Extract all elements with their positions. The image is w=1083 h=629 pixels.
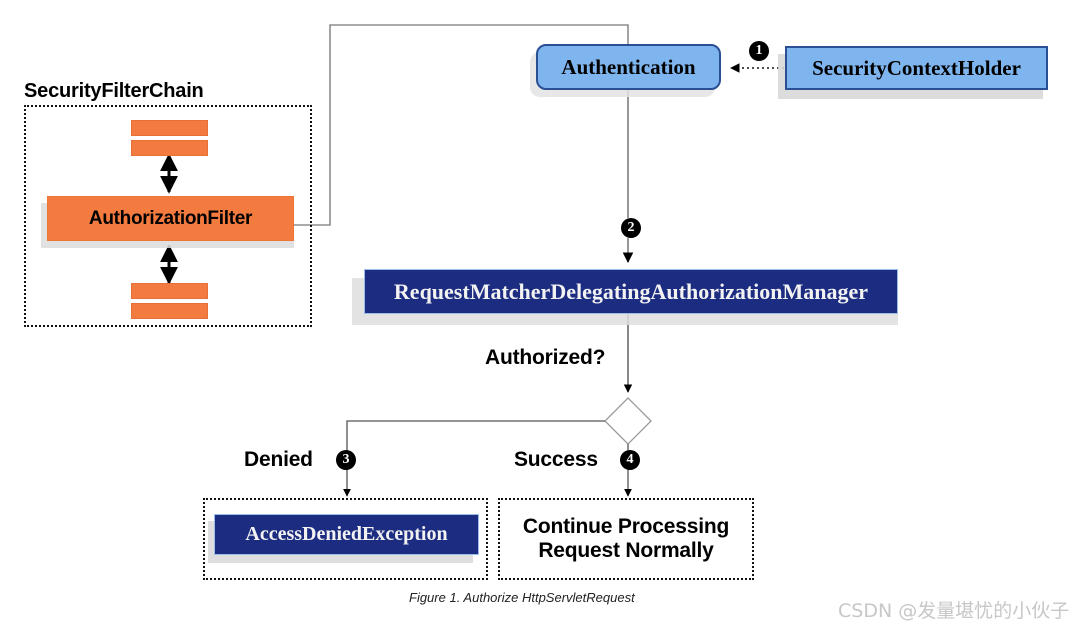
filter-bar-bottom-1	[131, 283, 208, 299]
access-denied-exception-label: AccessDeniedException	[245, 523, 448, 545]
security-filter-chain-title: SecurityFilterChain	[24, 80, 204, 102]
security-context-holder-label: SecurityContextHolder	[812, 55, 1021, 80]
continue-processing-line-2: Request Normally	[538, 539, 714, 562]
authentication-label: Authentication	[561, 54, 696, 79]
denied-branch-label: Denied	[244, 448, 313, 471]
authentication-node[interactable]: Authentication	[536, 44, 721, 90]
step-badge-4: 4	[620, 450, 640, 470]
filter-bar-top-2	[131, 140, 208, 156]
authorization-filter-node[interactable]: AuthorizationFilter	[47, 196, 294, 241]
success-result-container: Continue Processing Request Normally	[498, 498, 754, 580]
security-context-holder-node[interactable]: SecurityContextHolder	[785, 46, 1048, 90]
step-badge-2: 2	[621, 218, 641, 238]
access-denied-exception-node[interactable]: AccessDeniedException	[214, 514, 479, 555]
authorized-question-label: Authorized?	[485, 346, 606, 369]
filter-bar-top-1	[131, 120, 208, 136]
authorization-manager-label: RequestMatcherDelegatingAuthorizationMan…	[393, 278, 869, 304]
filter-bar-bottom-2	[131, 303, 208, 319]
step-badge-3: 3	[336, 450, 356, 470]
diagram-canvas: SecurityFilterChain AuthorizationFilter …	[0, 0, 1083, 629]
step-badge-1: 1	[749, 41, 769, 61]
authorization-filter-label: AuthorizationFilter	[88, 207, 253, 229]
authorization-manager-node[interactable]: RequestMatcherDelegatingAuthorizationMan…	[364, 269, 898, 314]
success-branch-label: Success	[514, 448, 598, 471]
figure-caption: Figure 1. Authorize HttpServletRequest	[409, 590, 635, 605]
continue-processing-line-1: Continue Processing	[522, 514, 730, 538]
csdn-watermark: CSDN @发量堪忧的小伙子	[838, 600, 1070, 622]
continue-processing-label: Continue Processing Request Normally	[523, 515, 729, 564]
